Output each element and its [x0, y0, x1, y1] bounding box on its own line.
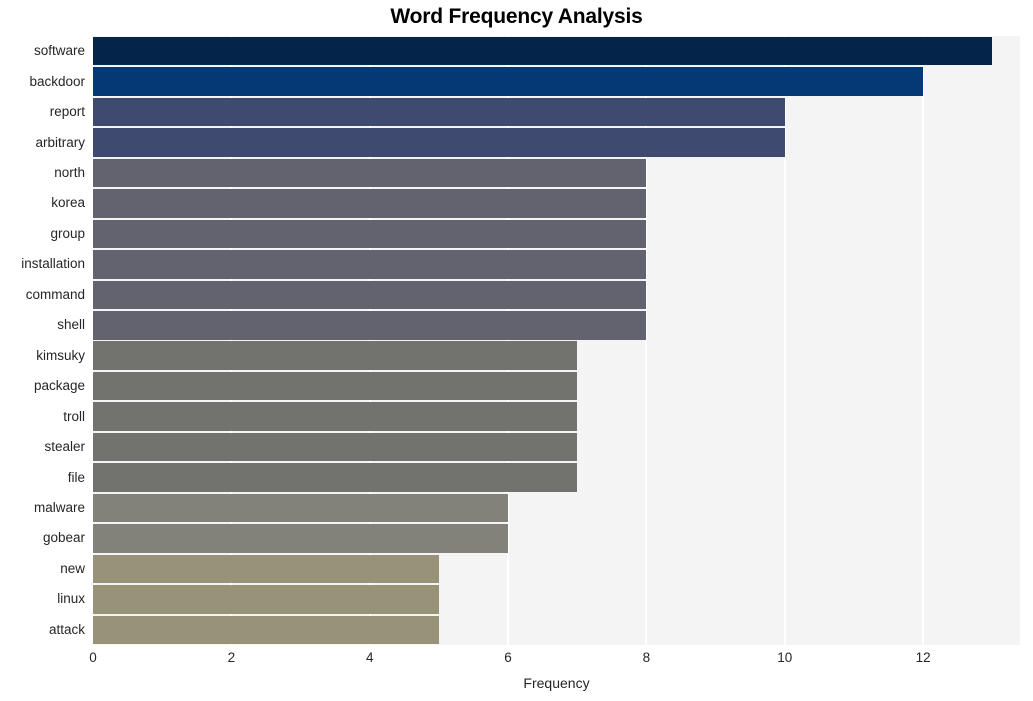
- bar-row: [93, 371, 1020, 401]
- bar-row: [93, 615, 1020, 645]
- bar-row: [93, 585, 1020, 614]
- bar-software: [93, 36, 993, 66]
- bar-shell: [93, 311, 647, 340]
- bar-row: [93, 402, 1020, 431]
- y-tick-label-stealer: stealer: [44, 439, 85, 455]
- bar-north: [93, 158, 647, 188]
- bar-kimsuky: [93, 341, 578, 370]
- y-tick-label-malware: malware: [33, 499, 85, 515]
- x-tick-label-12: 12: [915, 650, 931, 665]
- bar-row: [93, 158, 1020, 188]
- y-axis-tick-labels: software backdoor report arbitrary north kore…: [0, 36, 85, 645]
- word-frequency-chart: Word Frequency Analysis software backdoor…: [0, 0, 1033, 701]
- bar-row: [93, 311, 1020, 340]
- bar-row: [93, 97, 1020, 127]
- bar-command: [93, 280, 647, 310]
- y-tick-label-arbitrary: arbitrary: [35, 134, 85, 150]
- y-tick-label-package: package: [33, 378, 85, 394]
- y-tick-label-korea: korea: [51, 195, 85, 211]
- x-tick-label-4: 4: [365, 650, 374, 665]
- y-tick-label-installation: installation: [21, 256, 85, 272]
- bar-row: [93, 493, 1020, 523]
- bar-row: [93, 128, 1020, 157]
- y-tick-label-attack: attack: [48, 621, 85, 637]
- x-axis-tick-labels: 0 2 4 6 8 10 12: [89, 650, 1020, 672]
- bar-package: [93, 371, 578, 401]
- y-tick-label-north: north: [54, 165, 85, 181]
- y-tick-label-command: command: [25, 286, 85, 302]
- y-tick-label-file: file: [67, 469, 85, 485]
- bar-row: [93, 341, 1020, 370]
- plot-area: [93, 36, 1020, 645]
- bar-troll: [93, 402, 578, 431]
- y-tick-label-report: report: [49, 104, 85, 120]
- bar-report: [93, 97, 785, 127]
- bar-row: [93, 524, 1020, 553]
- x-tick-label-0: 0: [89, 650, 97, 665]
- x-tick-label-8: 8: [642, 650, 651, 665]
- bar-row: [93, 554, 1020, 584]
- y-tick-label-troll: troll: [63, 408, 85, 424]
- bar-stealer: [93, 432, 578, 462]
- bar-row: [93, 280, 1020, 310]
- bar-gobear: [93, 524, 509, 553]
- bar-korea: [93, 189, 647, 218]
- bar-group: [93, 219, 647, 249]
- y-tick-label-new: new: [60, 560, 85, 576]
- bar-linux: [93, 585, 439, 614]
- y-tick-label-linux: linux: [57, 591, 85, 607]
- x-axis-label: Frequency: [523, 675, 590, 691]
- bar-backdoor: [93, 67, 924, 96]
- y-tick-label-kimsuky: kimsuky: [36, 347, 85, 363]
- bar-row: [93, 463, 1020, 492]
- bar-row: [93, 432, 1020, 462]
- y-tick-label-backdoor: backdoor: [29, 73, 85, 89]
- bar-malware: [93, 493, 509, 523]
- bar-new: [93, 554, 439, 584]
- x-tick-label-10: 10: [777, 650, 793, 665]
- y-tick-label-software: software: [33, 43, 85, 59]
- y-tick-label-group: group: [50, 225, 85, 241]
- bar-row: [93, 189, 1020, 218]
- bar-file: [93, 463, 578, 492]
- bar-row: [93, 219, 1020, 249]
- x-tick-label-6: 6: [504, 650, 512, 665]
- bar-row: [93, 250, 1020, 279]
- y-tick-label-shell: shell: [57, 317, 85, 333]
- bar-arbitrary: [93, 128, 785, 157]
- page-title: Word Frequency Analysis: [390, 5, 643, 28]
- bar-installation: [93, 250, 647, 279]
- x-tick-label-2: 2: [227, 650, 236, 665]
- y-tick-label-gobear: gobear: [42, 530, 85, 546]
- bar-row: [93, 36, 1020, 66]
- bar-attack: [93, 615, 439, 645]
- bar-row: [93, 67, 1020, 96]
